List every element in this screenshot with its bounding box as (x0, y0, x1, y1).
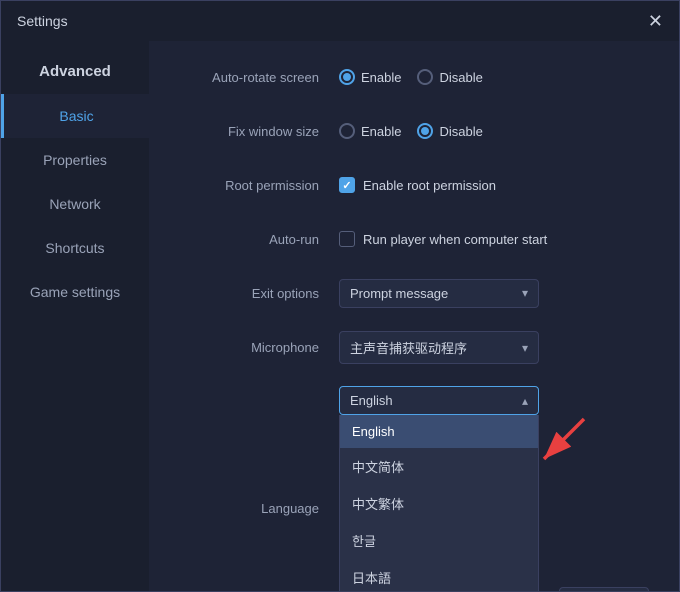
auto-rotate-enable-radio[interactable] (339, 69, 355, 85)
sidebar: Advanced Basic Properties Network Shortc… (1, 41, 149, 591)
root-permission-checkbox[interactable]: ✓ (339, 177, 355, 193)
auto-rotate-label: Auto-rotate screen (179, 70, 339, 85)
auto-rotate-disable-radio[interactable] (417, 69, 433, 85)
exit-options-row: Exit options Prompt message ▾ (179, 277, 649, 309)
auto-run-checkbox-label: Run player when computer start (363, 232, 547, 247)
exit-options-dropdown[interactable]: Prompt message ▾ (339, 279, 539, 308)
auto-rotate-disable-label: Disable (439, 70, 482, 85)
root-permission-row: Root permission ✓ Enable root permission (179, 169, 649, 201)
auto-rotate-row: Auto-rotate screen Enable Disable (179, 61, 649, 93)
exit-options-label: Exit options (179, 286, 339, 301)
microphone-controls: 主声音捕获驱动程序 ▾ (339, 331, 649, 364)
sidebar-item-network[interactable]: Network (1, 182, 149, 226)
fix-window-enable-label: Enable (361, 124, 401, 139)
auto-rotate-controls: Enable Disable (339, 69, 649, 85)
language-dropdown-container: English ▴ English 中文简体 中文繁体 한글 日本語 Tiếng… (339, 386, 539, 591)
fix-window-enable-radio[interactable] (339, 123, 355, 139)
auto-run-label: Auto-run (179, 232, 339, 247)
main-area: Advanced Basic Properties Network Shortc… (1, 41, 679, 591)
language-controls: English ▴ English 中文简体 中文繁体 한글 日本語 Tiếng… (339, 386, 649, 591)
fix-window-row: Fix window size Enable Disable (179, 115, 649, 147)
auto-run-controls: Run player when computer start (339, 231, 649, 247)
auto-rotate-enable-label: Enable (361, 70, 401, 85)
root-permission-label: Root permission (179, 178, 339, 193)
microphone-label: Microphone (179, 340, 339, 355)
microphone-arrow: ▾ (522, 341, 528, 355)
root-permission-checkbox-label: Enable root permission (363, 178, 496, 193)
exit-options-controls: Prompt message ▾ (339, 279, 649, 308)
root-permission-controls: ✓ Enable root permission (339, 177, 649, 193)
fix-window-enable[interactable]: Enable (339, 123, 401, 139)
sidebar-item-game-settings[interactable]: Game settings (1, 270, 149, 314)
auto-run-checkbox-group[interactable]: Run player when computer start (339, 231, 547, 247)
language-option-english[interactable]: English (340, 415, 538, 448)
root-permission-checkbox-group[interactable]: ✓ Enable root permission (339, 177, 496, 193)
fix-window-disable[interactable]: Disable (417, 123, 482, 139)
language-option-zh-simplified[interactable]: 中文简体 (340, 448, 538, 485)
microphone-row: Microphone 主声音捕获驱动程序 ▾ (179, 331, 649, 364)
settings-window: Settings ✕ Advanced Basic Properties Net… (0, 0, 680, 592)
auto-rotate-enable[interactable]: Enable (339, 69, 401, 85)
auto-rotate-disable[interactable]: Disable (417, 69, 482, 85)
fix-window-disable-radio[interactable] (417, 123, 433, 139)
language-arrow: ▴ (522, 394, 528, 408)
language-value: English (350, 393, 393, 408)
microphone-value: 主声音捕获驱动程序 (350, 338, 467, 357)
language-dropdown[interactable]: English ▴ (339, 386, 539, 415)
fix-window-disable-radio-fill (421, 127, 429, 135)
language-option-zh-traditional[interactable]: 中文繁体 (340, 485, 538, 522)
exit-options-arrow: ▾ (522, 286, 528, 300)
fix-window-disable-label: Disable (439, 124, 482, 139)
language-dropdown-menu: English 中文简体 中文繁体 한글 日本語 Tiếng Việt (339, 415, 539, 591)
language-row: Language English ▴ English 中文简体 中文繁体 (179, 386, 649, 591)
language-option-korean[interactable]: 한글 (340, 522, 538, 559)
title-bar: Settings ✕ (1, 1, 679, 41)
sidebar-item-basic[interactable]: Basic (1, 94, 149, 138)
cancel-button[interactable]: Cancel (559, 587, 649, 591)
auto-rotate-enable-radio-fill (343, 73, 351, 81)
content-wrapper: Auto-rotate screen Enable Disable (179, 61, 649, 591)
fix-window-controls: Enable Disable (339, 123, 649, 139)
language-label: Language (179, 501, 339, 516)
sidebar-item-advanced[interactable]: Advanced (1, 49, 149, 94)
exit-options-value: Prompt message (350, 286, 448, 301)
microphone-dropdown[interactable]: 主声音捕获驱动程序 ▾ (339, 331, 539, 364)
close-button[interactable]: ✕ (648, 12, 663, 30)
checkmark-icon: ✓ (342, 179, 351, 192)
language-option-japanese[interactable]: 日本語 (340, 559, 538, 591)
sidebar-item-shortcuts[interactable]: Shortcuts (1, 226, 149, 270)
fix-window-label: Fix window size (179, 124, 339, 139)
auto-run-checkbox[interactable] (339, 231, 355, 247)
window-title: Settings (17, 13, 68, 29)
sidebar-item-properties[interactable]: Properties (1, 138, 149, 182)
auto-run-row: Auto-run Run player when computer start (179, 223, 649, 255)
content-area: Auto-rotate screen Enable Disable (149, 41, 679, 591)
